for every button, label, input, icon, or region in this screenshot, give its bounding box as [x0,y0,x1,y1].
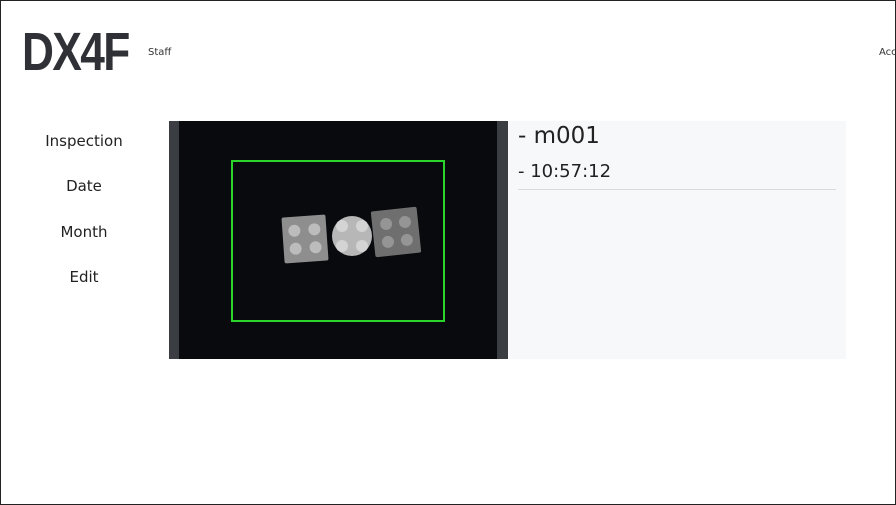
inspection-image-viewer [169,121,508,359]
nav-item-month[interactable]: Month [0,223,168,241]
lego-brick [370,206,422,258]
nav-item-date[interactable]: Date [0,177,168,195]
camera-image [179,121,497,359]
inspection-detail-panel: - m001 - 10:57:12 [508,121,846,359]
brick-stud [356,240,368,252]
brick-stud [336,240,348,252]
model-id: - m001 [518,123,600,149]
brick-stud [379,217,393,231]
nav-item-edit[interactable]: Edit [0,268,168,286]
role-label: Staff [148,47,172,58]
brick-stud [336,220,348,232]
lego-brick-round [332,216,372,256]
divider [518,189,836,190]
brick-stud [287,224,301,238]
brick-stud [356,220,368,232]
brick-stud [309,240,323,254]
inspection-time: - 10:57:12 [518,161,612,182]
brick-stud [307,222,321,236]
logo[interactable]: DX4F [22,24,130,80]
brick-stud [289,242,303,256]
brick-stud [398,215,412,229]
nav-item-inspection[interactable]: Inspection [0,132,168,150]
lego-brick [281,214,329,264]
account-link[interactable]: Acc [879,47,896,58]
brick-stud [400,233,414,247]
brick-stud [381,235,395,249]
